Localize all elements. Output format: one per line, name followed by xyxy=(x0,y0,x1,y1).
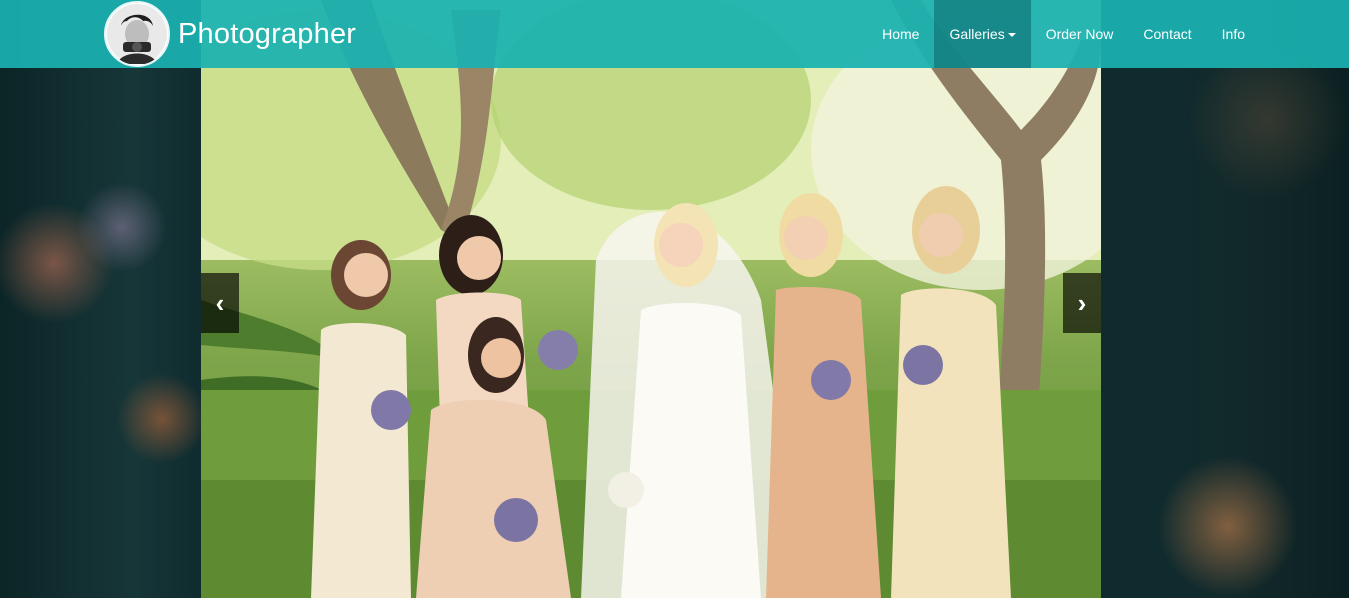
chevron-right-icon: › xyxy=(1077,287,1087,318)
nav-info[interactable]: Info xyxy=(1207,0,1260,68)
brand-title: Photographer xyxy=(178,17,357,50)
page: ‹ › Photographer Home Galleries Order No… xyxy=(0,0,1349,598)
slide-photo xyxy=(201,0,1101,598)
photographer-avatar-icon xyxy=(104,1,170,67)
top-navbar: Photographer Home Galleries Order Now Co… xyxy=(0,0,1349,68)
nav-contact[interactable]: Contact xyxy=(1128,0,1206,68)
carousel-next-button[interactable]: › xyxy=(1063,273,1101,333)
nav-info-label: Info xyxy=(1221,26,1245,42)
brand[interactable]: Photographer xyxy=(104,0,356,68)
nav-order-now[interactable]: Order Now xyxy=(1031,0,1129,68)
chevron-left-icon: ‹ xyxy=(215,287,225,318)
caret-down-icon xyxy=(1007,33,1016,37)
nav-home[interactable]: Home xyxy=(867,0,934,68)
nav-order-now-label: Order Now xyxy=(1045,26,1114,42)
carousel-prev-button[interactable]: ‹ xyxy=(201,273,239,333)
nav-galleries-label: Galleries xyxy=(949,26,1005,42)
nav-galleries-dropdown[interactable]: Galleries xyxy=(934,0,1031,68)
wedding-photo-illustration xyxy=(201,0,1101,598)
main-nav: Home Galleries Order Now Contact Info xyxy=(867,0,1260,68)
nav-home-label: Home xyxy=(882,26,920,42)
nav-contact-label: Contact xyxy=(1143,26,1192,42)
